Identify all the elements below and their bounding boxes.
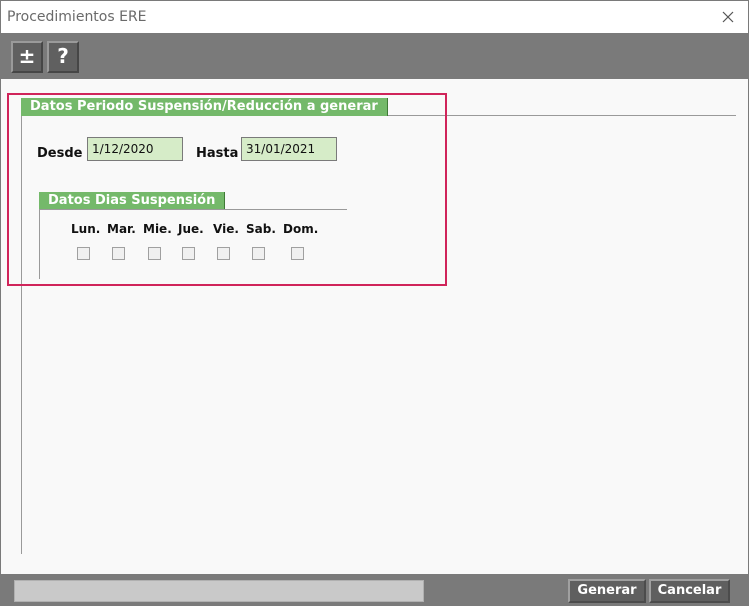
status-bar: Generar Cancelar <box>1 574 748 605</box>
plus-minus-button[interactable]: ± <box>11 41 43 73</box>
window-title: Procedimientos ERE <box>7 9 147 25</box>
highlight-box <box>7 93 447 286</box>
generar-button[interactable]: Generar <box>568 579 646 603</box>
help-button[interactable]: ? <box>47 41 79 73</box>
procedimientos-ere-window: Procedimientos ERE ± ? Datos Periodo Sus… <box>0 0 749 606</box>
close-icon[interactable] <box>718 7 738 27</box>
progress-bar <box>14 580 424 602</box>
cancelar-button[interactable]: Cancelar <box>649 579 730 603</box>
title-bar: Procedimientos ERE <box>1 1 748 33</box>
toolbar: ± ? <box>1 33 748 79</box>
